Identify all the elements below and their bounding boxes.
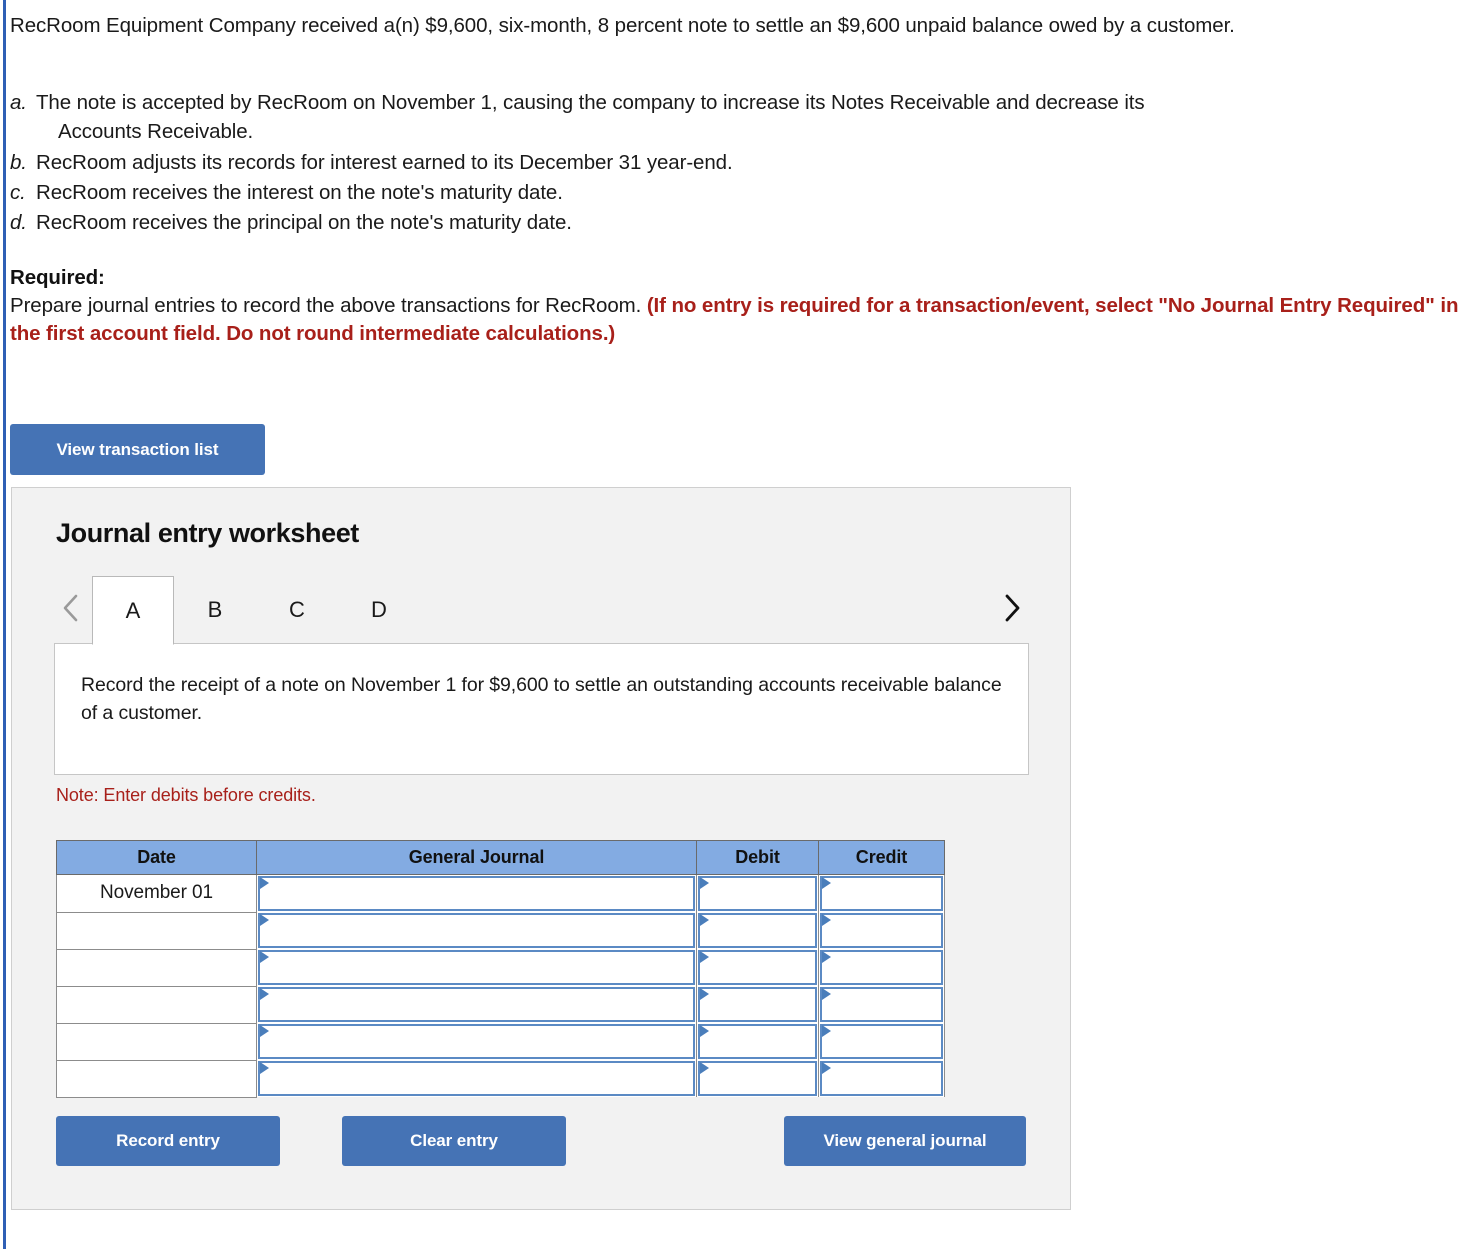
debit-input[interactable] xyxy=(698,987,817,1022)
worksheet-instruction-text: Record the receipt of a note on November… xyxy=(81,674,1002,725)
credit-input[interactable] xyxy=(820,1024,943,1059)
tab-b[interactable]: B xyxy=(174,576,256,642)
table-header-row: Date General Journal Debit Credit xyxy=(56,840,945,875)
date-cell[interactable] xyxy=(56,985,257,1024)
list-item-text: RecRoom receives the principal on the no… xyxy=(36,210,572,234)
table-row xyxy=(56,1059,945,1098)
date-cell[interactable]: November 01 xyxy=(56,874,257,913)
tab-b-label: B xyxy=(207,596,223,622)
credit-cell[interactable] xyxy=(818,986,945,1023)
tab-a-label: A xyxy=(125,597,141,623)
credit-cell[interactable] xyxy=(818,912,945,949)
table-row: November 01 xyxy=(56,874,945,913)
column-header-credit: Credit xyxy=(818,840,945,875)
required-text: Prepare journal entries to record the ab… xyxy=(10,293,647,317)
debit-cell[interactable] xyxy=(696,949,819,986)
account-select[interactable] xyxy=(258,913,695,948)
general-journal-cell[interactable] xyxy=(256,1023,697,1060)
general-journal-cell[interactable] xyxy=(256,912,697,949)
debit-input[interactable] xyxy=(698,876,817,911)
list-item-text: The note is accepted by RecRoom on Novem… xyxy=(36,88,1426,146)
date-cell[interactable] xyxy=(56,948,257,987)
general-journal-cell[interactable] xyxy=(256,949,697,986)
credit-cell[interactable] xyxy=(818,949,945,986)
tab-d-label: D xyxy=(371,596,387,622)
credit-cell[interactable] xyxy=(818,874,945,912)
debit-cell[interactable] xyxy=(696,912,819,949)
list-item-label: b. xyxy=(10,150,27,174)
journal-entry-table: Date General Journal Debit Credit Novemb… xyxy=(56,840,945,1098)
tab-d[interactable]: D xyxy=(338,576,420,642)
account-select[interactable] xyxy=(258,876,695,911)
list-item-line2: Accounts Receivable. xyxy=(58,120,254,144)
chevron-right-icon[interactable] xyxy=(995,586,1029,630)
record-entry-button[interactable]: Record entry xyxy=(56,1116,280,1166)
tab-c-label: C xyxy=(289,596,305,622)
required-instructions: Prepare journal entries to record the ab… xyxy=(10,292,1460,349)
list-item: b. RecRoom adjusts its records for inter… xyxy=(10,148,1463,177)
account-select[interactable] xyxy=(258,1061,695,1096)
list-item: d. RecRoom receives the principal on the… xyxy=(10,208,1463,237)
credit-input[interactable] xyxy=(820,1061,943,1096)
column-header-general-journal: General Journal xyxy=(256,840,697,875)
debits-before-credits-note: Note: Enter debits before credits. xyxy=(56,785,316,805)
column-header-date: Date xyxy=(56,840,257,875)
debit-cell[interactable] xyxy=(696,1023,819,1060)
worksheet-title: Journal entry worksheet xyxy=(56,518,359,548)
date-cell[interactable] xyxy=(56,911,257,950)
debit-input[interactable] xyxy=(698,1061,817,1096)
list-item-label: a. xyxy=(10,91,27,115)
credit-input[interactable] xyxy=(820,876,943,911)
credit-input[interactable] xyxy=(820,913,943,948)
debit-input[interactable] xyxy=(698,1024,817,1059)
account-select[interactable] xyxy=(258,1024,695,1059)
date-cell[interactable] xyxy=(56,1022,257,1061)
worksheet-instruction-box: Record the receipt of a note on November… xyxy=(54,643,1029,775)
debit-input[interactable] xyxy=(698,913,817,948)
list-item-line1: The note is accepted by RecRoom on Novem… xyxy=(36,91,1145,115)
table-row xyxy=(56,1022,945,1061)
table-row xyxy=(56,948,945,987)
debit-cell[interactable] xyxy=(696,986,819,1023)
account-select[interactable] xyxy=(258,987,695,1022)
credit-input[interactable] xyxy=(820,950,943,985)
general-journal-cell[interactable] xyxy=(256,874,697,912)
list-item: a. The note is accepted by RecRoom on No… xyxy=(10,88,1463,146)
question-intro: RecRoom Equipment Company received a(n) … xyxy=(10,14,1235,37)
list-item: c. RecRoom receives the interest on the … xyxy=(10,178,1463,207)
table-row xyxy=(56,911,945,950)
list-item-label: d. xyxy=(10,210,27,234)
worksheet-tabbar: A B C D xyxy=(54,576,1029,645)
tab-a[interactable]: A xyxy=(92,576,174,645)
list-item-label: c. xyxy=(10,180,26,204)
list-item-text: RecRoom receives the interest on the not… xyxy=(36,180,563,204)
journal-table-body: November 01 xyxy=(56,874,945,1098)
view-general-journal-button[interactable]: View general journal xyxy=(784,1116,1026,1166)
transaction-list: a. The note is accepted by RecRoom on No… xyxy=(10,88,1463,237)
debit-cell[interactable] xyxy=(696,1060,819,1097)
clear-entry-button[interactable]: Clear entry xyxy=(342,1116,566,1166)
debit-input[interactable] xyxy=(698,950,817,985)
date-cell[interactable] xyxy=(56,1059,257,1098)
tab-c[interactable]: C xyxy=(256,576,338,642)
journal-entry-worksheet-panel: Journal entry worksheet A B C D Record t… xyxy=(11,487,1071,1210)
credit-input[interactable] xyxy=(820,987,943,1022)
question-page: RecRoom Equipment Company received a(n) … xyxy=(0,0,1463,348)
required-heading: Required: xyxy=(10,265,105,289)
table-row xyxy=(56,985,945,1024)
general-journal-cell[interactable] xyxy=(256,986,697,1023)
view-transaction-list-button[interactable]: View transaction list xyxy=(10,424,265,475)
column-header-debit: Debit xyxy=(696,840,819,875)
account-select[interactable] xyxy=(258,950,695,985)
worksheet-tabs: A B C D xyxy=(92,576,420,645)
debit-cell[interactable] xyxy=(696,874,819,912)
list-item-text: RecRoom adjusts its records for interest… xyxy=(36,150,733,174)
general-journal-cell[interactable] xyxy=(256,1060,697,1097)
chevron-left-icon[interactable] xyxy=(54,586,88,630)
credit-cell[interactable] xyxy=(818,1060,945,1097)
credit-cell[interactable] xyxy=(818,1023,945,1060)
